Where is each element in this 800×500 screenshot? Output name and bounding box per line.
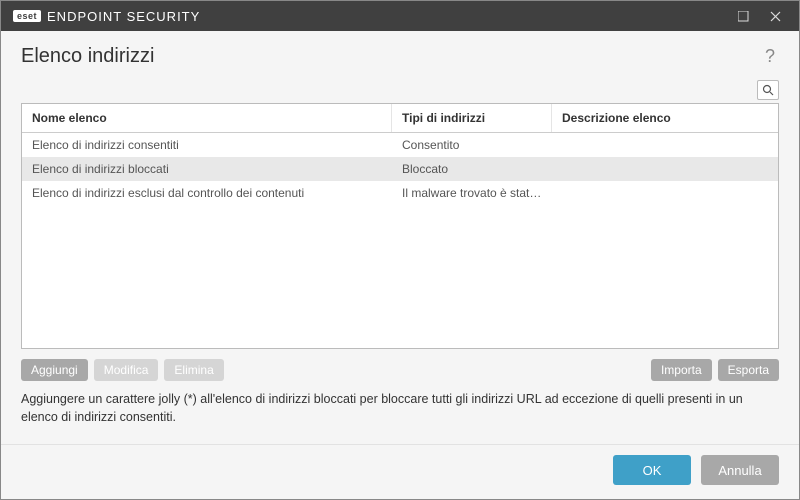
brand-text: ENDPOINT SECURITY bbox=[47, 9, 200, 24]
export-button[interactable]: Esporta bbox=[718, 359, 779, 381]
table-row[interactable]: Elenco di indirizzi esclusi dal controll… bbox=[22, 181, 778, 205]
add-button[interactable]: Aggiungi bbox=[21, 359, 88, 381]
titlebar: eset ENDPOINT SECURITY bbox=[1, 1, 799, 31]
edit-button[interactable]: Modifica bbox=[94, 359, 159, 381]
brand-badge: eset bbox=[13, 10, 41, 22]
column-header-name[interactable]: Nome elenco bbox=[22, 104, 392, 132]
table-body: Elenco di indirizzi consentitiConsentito… bbox=[22, 133, 778, 348]
table-header: Nome elenco Tipi di indirizzi Descrizion… bbox=[22, 104, 778, 133]
close-icon bbox=[770, 11, 781, 22]
dialog-header: Elenco indirizzi ? bbox=[1, 31, 799, 80]
dialog-content: Nome elenco Tipi di indirizzi Descrizion… bbox=[1, 80, 799, 444]
table-row[interactable]: Elenco di indirizzi bloccatiBloccato bbox=[22, 157, 778, 181]
cell-types: Bloccato bbox=[392, 157, 552, 181]
minimize-button[interactable] bbox=[727, 1, 759, 31]
search-icon bbox=[762, 84, 774, 96]
cell-name: Elenco di indirizzi esclusi dal controll… bbox=[22, 181, 392, 205]
help-button[interactable]: ? bbox=[761, 46, 779, 67]
delete-button[interactable]: Elimina bbox=[164, 359, 223, 381]
search-row bbox=[21, 80, 779, 100]
search-button[interactable] bbox=[757, 80, 779, 100]
address-list-table: Nome elenco Tipi di indirizzi Descrizion… bbox=[21, 103, 779, 349]
column-header-types[interactable]: Tipi di indirizzi bbox=[392, 104, 552, 132]
column-header-desc[interactable]: Descrizione elenco bbox=[552, 104, 778, 132]
cell-desc bbox=[552, 157, 778, 181]
app-window: eset ENDPOINT SECURITY Elenco indirizzi … bbox=[0, 0, 800, 500]
cell-desc bbox=[552, 181, 778, 205]
cell-desc bbox=[552, 133, 778, 157]
ok-button[interactable]: OK bbox=[613, 455, 691, 485]
import-button[interactable]: Importa bbox=[651, 359, 712, 381]
cell-types: Il malware trovato è stato ... bbox=[392, 181, 552, 205]
page-title: Elenco indirizzi bbox=[21, 45, 761, 68]
minimize-icon bbox=[738, 11, 749, 22]
cancel-button[interactable]: Annulla bbox=[701, 455, 779, 485]
hint-text: Aggiungere un carattere jolly (*) all'el… bbox=[21, 389, 779, 434]
table-row[interactable]: Elenco di indirizzi consentitiConsentito bbox=[22, 133, 778, 157]
dialog-footer: OK Annulla bbox=[1, 444, 799, 499]
close-button[interactable] bbox=[759, 1, 791, 31]
action-row: Aggiungi Modifica Elimina Importa Esport… bbox=[21, 349, 779, 389]
cell-types: Consentito bbox=[392, 133, 552, 157]
cell-name: Elenco di indirizzi bloccati bbox=[22, 157, 392, 181]
cell-name: Elenco di indirizzi consentiti bbox=[22, 133, 392, 157]
